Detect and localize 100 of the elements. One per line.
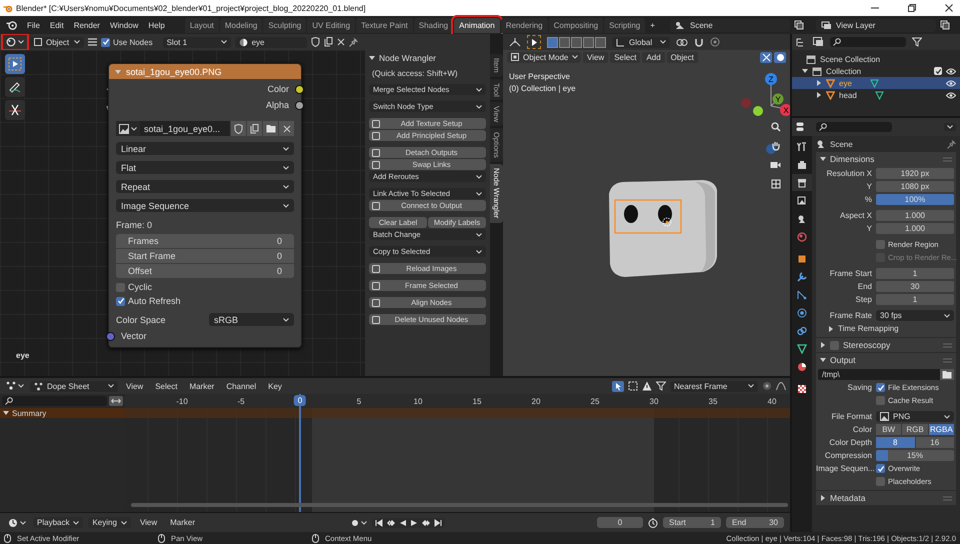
- overlay-toggle[interactable]: [774, 52, 786, 62]
- axis-gizmo-icon[interactable]: [741, 73, 790, 154]
- input-socket[interactable]: [106, 332, 115, 340]
- slot-dropdown[interactable]: Slot 1: [162, 36, 231, 48]
- editor-type-button[interactable]: [6, 516, 28, 528]
- checkbox[interactable]: [876, 396, 885, 405]
- expanded-arrow-icon[interactable]: [820, 357, 826, 363]
- image-browse-button[interactable]: [116, 121, 140, 136]
- checkbox[interactable]: [876, 477, 885, 486]
- proportional-icon[interactable]: [710, 37, 720, 47]
- checkbox[interactable]: [876, 240, 885, 249]
- drag-handle-icon[interactable]: [943, 156, 952, 162]
- magnet-icon[interactable]: [694, 37, 704, 47]
- toggle-option[interactable]: 8: [876, 437, 914, 448]
- expanded-arrow-icon[interactable]: [3, 410, 9, 416]
- cut-links-tool[interactable]: [5, 100, 25, 120]
- node-dropdown[interactable]: Linear: [116, 142, 294, 155]
- workspace-tab[interactable]: Animation: [454, 18, 500, 32]
- dropdown[interactable]: 30 fps: [876, 310, 954, 321]
- number-field[interactable]: 1: [876, 268, 954, 279]
- swap-button[interactable]: [109, 396, 123, 406]
- zoom-icon[interactable]: [770, 122, 780, 132]
- restore-icon[interactable]: [907, 3, 917, 13]
- gizmo-toggle[interactable]: [760, 52, 772, 62]
- menu-item[interactable]: Help: [144, 20, 169, 30]
- toggle-option[interactable]: BW: [876, 424, 902, 435]
- collapsed-arrow-icon[interactable]: [828, 326, 834, 332]
- menu-item[interactable]: Marker: [185, 380, 218, 392]
- number-field[interactable]: 1080 px: [876, 181, 954, 192]
- color-space-dropdown[interactable]: sRGB: [209, 313, 294, 326]
- number-field[interactable]: 30: [876, 281, 954, 292]
- workspace-tab[interactable]: Rendering: [500, 18, 548, 32]
- outliner-row[interactable]: head: [792, 89, 960, 101]
- menu-icon[interactable]: [88, 38, 97, 46]
- object-type-dropdown[interactable]: Object: [30, 36, 84, 48]
- proportional-icon[interactable]: [762, 381, 772, 391]
- selection-mode-buttons[interactable]: [547, 36, 606, 48]
- workspace-tab[interactable]: Sculpting: [263, 18, 306, 32]
- falloff-curve-icon[interactable]: [776, 381, 786, 391]
- number-field[interactable]: 1.000: [876, 223, 954, 234]
- select-tool-button[interactable]: [527, 35, 541, 49]
- toggle-option[interactable]: 16: [916, 437, 954, 448]
- hand-icon[interactable]: [770, 140, 780, 150]
- properties-tab[interactable]: [792, 174, 812, 191]
- editor-type-button[interactable]: [4, 36, 26, 48]
- menu-item[interactable]: Object: [666, 52, 698, 62]
- eye-icon[interactable]: [946, 92, 956, 98]
- pin-icon[interactable]: [348, 38, 358, 46]
- exclude-checkbox[interactable]: [934, 67, 942, 75]
- dropdown[interactable]: PNG: [876, 411, 954, 422]
- slider-field[interactable]: 15%: [876, 450, 954, 461]
- view-layer-selector[interactable]: View Layer: [816, 18, 936, 32]
- menu-item[interactable]: Window: [106, 20, 142, 30]
- drag-handle-icon[interactable]: [943, 496, 952, 500]
- start-frame-field[interactable]: Start 1: [663, 517, 721, 528]
- workspace-tab[interactable]: Shading: [414, 18, 454, 32]
- checkbox[interactable]: [116, 282, 125, 292]
- copy-icon[interactable]: [794, 20, 804, 30]
- collapsed-arrow-icon[interactable]: [820, 495, 826, 501]
- playback-controls[interactable]: [372, 518, 446, 528]
- options-dropdown[interactable]: [944, 123, 956, 131]
- stopwatch-icon[interactable]: [648, 518, 658, 528]
- toggle-option[interactable]: RGBA: [928, 424, 954, 435]
- number-field[interactable]: 1: [876, 294, 954, 305]
- mode-dropdown[interactable]: Object Mode: [507, 52, 581, 62]
- expanded-arrow-icon[interactable]: [802, 68, 808, 74]
- mode-dropdown[interactable]: Dope Sheet: [30, 380, 118, 392]
- panel-header[interactable]: Node Wrangler: [369, 50, 486, 66]
- play-reverse-icon[interactable]: [399, 518, 408, 526]
- search-field[interactable]: [816, 122, 892, 132]
- menu-item[interactable]: Select: [151, 380, 182, 392]
- menu-item[interactable]: Key: [264, 380, 286, 392]
- menu-item[interactable]: Channel: [222, 380, 260, 392]
- output-path-field[interactable]: /tmp\: [818, 369, 940, 380]
- open-folder-button[interactable]: [262, 121, 278, 136]
- workspace-tab[interactable]: Layout: [184, 18, 219, 32]
- menu-item[interactable]: Edit: [46, 20, 68, 30]
- number-field[interactable]: Frames 0: [116, 234, 294, 248]
- warning-icon[interactable]: [642, 381, 652, 391]
- menu-item[interactable]: Select: [610, 52, 640, 62]
- scrollbar[interactable]: [131, 503, 788, 507]
- filter-icon[interactable]: [656, 381, 666, 391]
- collapsed-arrow-icon[interactable]: [820, 342, 826, 348]
- copy-icon[interactable]: [324, 37, 333, 47]
- filter-view-icon[interactable]: [813, 37, 824, 47]
- workspace-tab[interactable]: Compositing: [548, 18, 604, 32]
- checkbox[interactable]: [876, 464, 885, 473]
- end-frame-field[interactable]: End 30: [726, 517, 784, 528]
- checkbox[interactable]: [876, 383, 885, 392]
- outliner-row[interactable]: Collection: [792, 65, 960, 77]
- search-field[interactable]: [2, 396, 107, 406]
- annotate-tool[interactable]: [5, 77, 25, 97]
- panel-header[interactable]: Stereoscopy: [816, 338, 956, 352]
- close-icon[interactable]: [944, 3, 954, 13]
- current-frame-field[interactable]: 0: [597, 517, 643, 528]
- menu-item[interactable]: Marker: [166, 517, 200, 528]
- image-texture-node[interactable]: sotai_1gou_eye00.PNG Color Alpha sotai_1gou_eye0... Linear Flat Repeat Image Sequence Frame: 0 Frames 0 Start Frame 0 Offset 0 Cyclic Auto Refresh Color Space sRGB Vector: [108, 63, 302, 348]
- jump-end-icon[interactable]: [434, 518, 442, 526]
- eye-icon[interactable]: [946, 80, 956, 86]
- menu-dropdown[interactable]: Playback: [33, 517, 84, 528]
